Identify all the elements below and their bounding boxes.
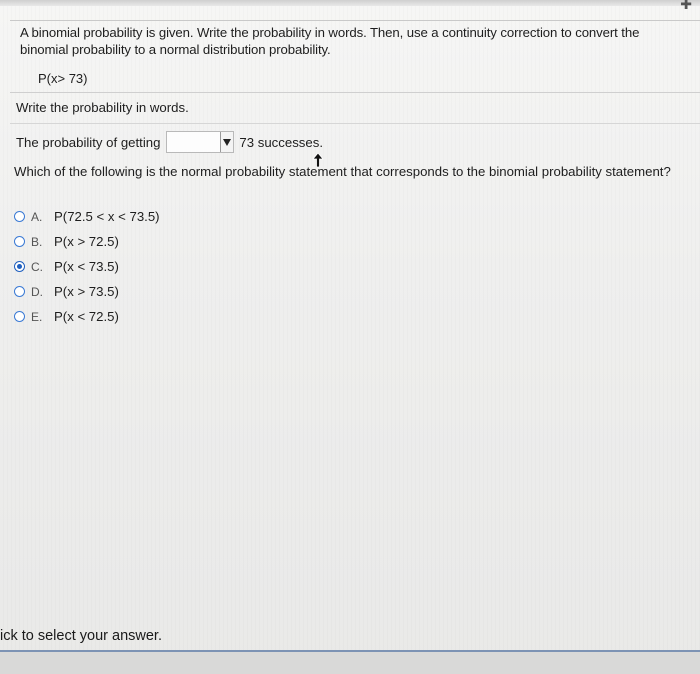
cursor-arrow-icon — [312, 153, 324, 167]
option-e[interactable]: E. P(x < 72.5) — [14, 304, 160, 329]
option-text: P(x > 72.5) — [54, 234, 119, 249]
option-text: P(72.5 < x < 73.5) — [54, 209, 160, 224]
option-a[interactable]: A. P(72.5 < x < 73.5) — [14, 204, 160, 229]
normal-question: Which of the following is the normal pro… — [14, 164, 671, 179]
option-text: P(x < 73.5) — [54, 259, 119, 274]
write-words-prompt: Write the probability in words. — [16, 100, 189, 115]
corner-icon: ✚ — [680, 0, 692, 12]
answer-options: A. P(72.5 < x < 73.5) B. P(x > 72.5) C. … — [14, 204, 160, 329]
option-text: P(x < 72.5) — [54, 309, 119, 324]
divider — [10, 92, 700, 93]
option-d[interactable]: D. P(x > 73.5) — [14, 279, 160, 304]
radio-button[interactable] — [14, 286, 25, 297]
question-prompt: A binomial probability is given. Write t… — [20, 25, 640, 57]
caret-down-icon[interactable] — [220, 132, 234, 152]
probability-suffix-text: 73 successes. — [239, 134, 323, 150]
option-letter: B. — [31, 234, 43, 249]
comparison-dropdown[interactable] — [166, 131, 235, 153]
divider — [10, 20, 700, 21]
radio-button[interactable] — [14, 311, 25, 322]
binomial-expression: P(x> 73) — [38, 71, 88, 86]
option-letter: E. — [31, 309, 43, 324]
option-letter: D. — [31, 284, 43, 299]
radio-button[interactable] — [14, 236, 25, 247]
option-letter: C. — [31, 259, 43, 274]
option-c[interactable]: C. P(x < 73.5) — [14, 254, 160, 279]
radio-button-selected[interactable] — [14, 261, 25, 272]
option-text: P(x > 73.5) — [54, 284, 119, 299]
question-screen: ✚ A binomial probability is given. Write… — [0, 0, 700, 674]
probability-words-row: The probability of getting 73 successes. — [16, 130, 323, 154]
footer-instruction: ick to select your answer. — [0, 628, 162, 644]
divider — [10, 123, 700, 124]
probability-lead-text: The probability of getting — [16, 134, 161, 150]
footer-band — [0, 652, 700, 674]
option-b[interactable]: B. P(x > 72.5) — [14, 229, 160, 254]
top-bar: ✚ — [0, 0, 700, 12]
radio-button[interactable] — [14, 211, 25, 222]
option-letter: A. — [31, 209, 43, 224]
